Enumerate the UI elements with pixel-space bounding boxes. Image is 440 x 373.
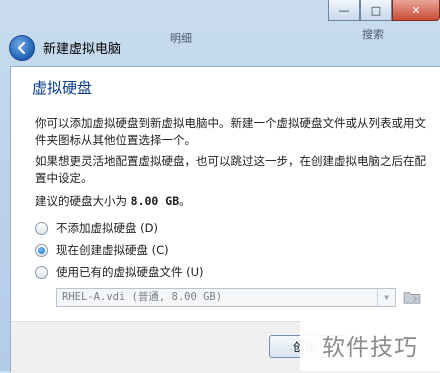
option-no-disk[interactable]: 不添加虚拟硬盘 (D)	[35, 220, 158, 236]
radio-no-disk[interactable]	[35, 221, 48, 235]
option-existing-disk[interactable]: 使用已有的虚拟硬盘文件 (U)	[35, 264, 204, 280]
radio-create-disk[interactable]	[35, 243, 48, 257]
description-text: 你可以添加虚拟硬盘到新虚拟电脑中。新建一个虚拟硬盘文件或从列表或用文件夹图标从其…	[35, 116, 426, 147]
option-create-disk[interactable]: 现在创建虚拟硬盘 (C)	[35, 242, 169, 258]
existing-disk-value: RHEL-A.vdi (普通, 8.00 GB)	[62, 291, 223, 303]
recommended-size-text: 建议的硬盘大小为 8.00 GB。	[35, 193, 435, 210]
option-create-disk-label: 现在创建虚拟硬盘 (C)	[56, 243, 169, 257]
background-search-label: 搜索	[362, 28, 384, 41]
option-no-disk-label: 不添加虚拟硬盘 (D)	[56, 221, 158, 235]
existing-disk-select[interactable]: RHEL-A.vdi (普通, 8.00 GB) ▼	[56, 288, 396, 307]
background-tab-label: 明细	[170, 32, 192, 45]
recommended-size-value: 8.00 GB	[130, 194, 180, 208]
close-button[interactable]: ✕	[392, 0, 440, 21]
window-frame: — □ ✕ 新建虚拟电脑 明细 搜索 虚拟硬盘 你可以添加虚拟硬盘到新虚拟电脑中…	[0, 0, 440, 373]
maximize-button[interactable]: □	[360, 0, 392, 21]
recommended-size-suffix: 。	[179, 194, 191, 208]
window-controls: — □ ✕	[328, 0, 440, 22]
page-title: 虚拟硬盘	[32, 79, 93, 97]
skip-hint-text: 如果想更灵活地配置虚拟硬盘，也可以跳过这一步，在创建虚拟电脑之后在配置中设定。	[35, 154, 426, 185]
watermark: 软件技巧	[300, 318, 440, 371]
back-arrow-icon[interactable]	[9, 35, 35, 61]
wizard-title: 新建虚拟电脑	[43, 42, 122, 57]
recommended-size-prefix: 建议的硬盘大小为	[35, 194, 131, 208]
minimize-button[interactable]: —	[328, 0, 360, 21]
chevron-down-icon[interactable]: ▼	[377, 289, 395, 306]
folder-icon[interactable]	[401, 287, 423, 306]
option-existing-disk-label: 使用已有的虚拟硬盘文件 (U)	[56, 265, 204, 279]
radio-existing-disk[interactable]	[35, 265, 48, 279]
